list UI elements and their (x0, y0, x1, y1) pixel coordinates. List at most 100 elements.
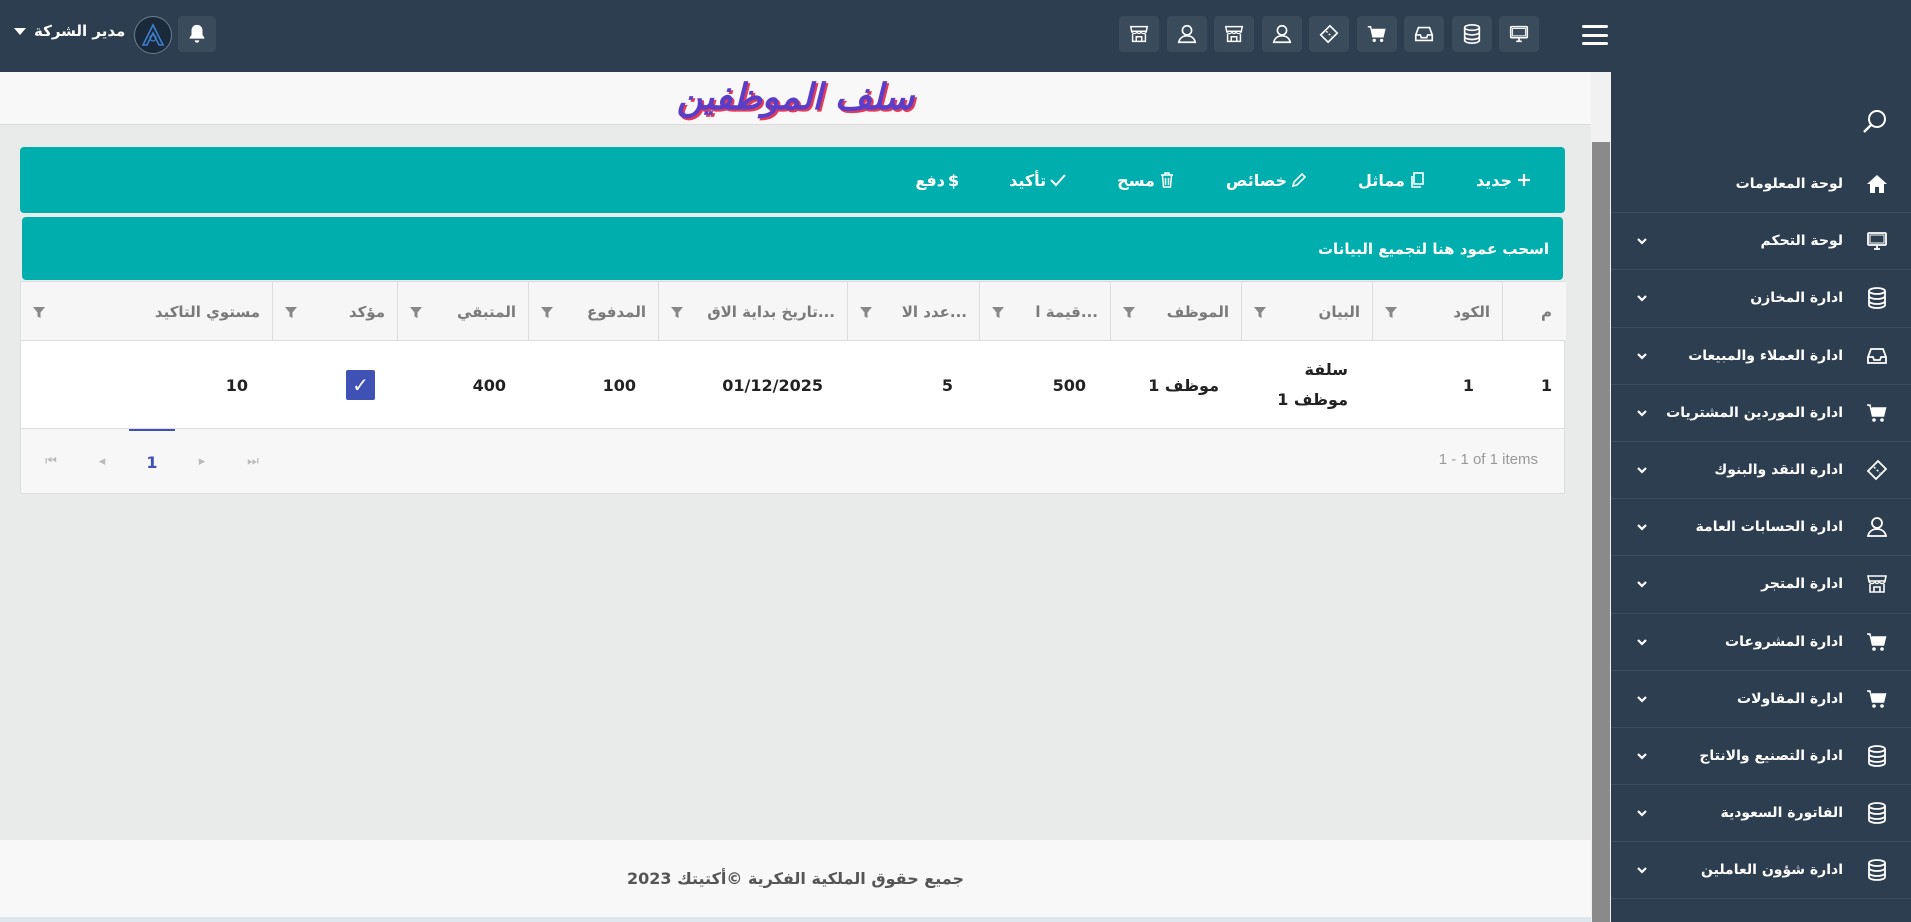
user-name: مدير الشركة (34, 22, 126, 40)
cell-remaining: 400 (472, 375, 506, 395)
ticket-icon[interactable] (1309, 16, 1349, 52)
user-menu[interactable]: مدير الشركة (14, 22, 125, 40)
sidebar-item-projects[interactable]: ادارة المشروعات (1610, 614, 1911, 671)
delete-button[interactable]: مسح (1117, 171, 1176, 190)
inbox-icon[interactable] (1404, 16, 1444, 52)
column-header-index[interactable]: م (1502, 282, 1564, 341)
chevron-down-icon (1636, 409, 1648, 416)
page-title: سلف الموظفين (676, 76, 915, 118)
menu-toggle-icon[interactable] (1582, 22, 1608, 48)
cell-code: 1 (1462, 375, 1474, 395)
sidebar-item-label: لوحة المعلومات (1735, 176, 1843, 193)
pay-button[interactable]: $ دفع (915, 171, 959, 190)
sidebar-item-label: ادارة التصنيع والانتاج (1699, 747, 1843, 764)
sidebar-item-store[interactable]: ادارة المتجر (1610, 556, 1911, 614)
filter-icon[interactable] (539, 304, 555, 320)
caret-down-icon (14, 27, 26, 35)
check-icon (1050, 174, 1066, 187)
notification-bell-icon[interactable] (178, 16, 216, 52)
column-header-confirm-level[interactable]: مستوي التاكيد (21, 282, 272, 341)
column-header-code[interactable]: الكود (1372, 282, 1502, 341)
prev-page-icon[interactable]: ◂ (92, 451, 112, 471)
sidebar-item-warehouses[interactable]: ادارة المخازن (1610, 270, 1911, 328)
filter-icon[interactable] (990, 304, 1006, 320)
chevron-down-icon (1636, 867, 1648, 874)
data-grid: م الكود البيان الموظف قيمة ا... عدد الا.… (20, 281, 1566, 494)
column-header-description[interactable]: البيان (1241, 282, 1372, 341)
group-drop-panel[interactable]: اسحب عمود هنا لتجميع البيانات (22, 217, 1563, 280)
sidebar-item-label: ادارة النقد والبنوك (1714, 462, 1843, 479)
pager: ⏮ ◂ 1 ▸ ⏭ 1 - 1 of 1 items (21, 429, 1564, 493)
search-icon[interactable] (1861, 108, 1889, 136)
sidebar-item-saudi-invoice[interactable]: الفاتورة السعودية (1610, 785, 1911, 843)
user-icon[interactable] (1261, 16, 1302, 52)
cell-description-line: موظف 1 (1277, 390, 1348, 409)
last-page-icon[interactable]: ⏭ (243, 451, 263, 471)
database-icon[interactable] (1451, 16, 1492, 52)
copyright-text: جميع حقوق الملكية الفكرية ©أكتيتك 2023 (626, 869, 965, 888)
column-header-start-date[interactable]: تاريخ بداية الاق... (658, 282, 847, 341)
inbox-icon (1863, 342, 1891, 370)
database-icon (1863, 856, 1891, 884)
cart-icon (1863, 628, 1891, 656)
store-icon[interactable] (1214, 16, 1254, 52)
copy-icon (1411, 172, 1424, 188)
new-button-label: جديد (1475, 170, 1512, 190)
sidebar-item-control-panel[interactable]: لوحة التحكم (1610, 213, 1911, 271)
column-header-paid[interactable]: المدفوع (528, 282, 658, 341)
filter-icon[interactable] (858, 304, 874, 320)
filter-icon[interactable] (283, 304, 299, 320)
cart-icon (1863, 399, 1891, 427)
sidebar-item-manufacturing[interactable]: ادارة التصنيع والانتاج (1610, 728, 1911, 786)
chevron-down-icon (1636, 238, 1648, 245)
filter-icon[interactable] (1121, 304, 1137, 320)
sidebar-item-cash-banks[interactable]: ادارة النقد والبنوك (1610, 442, 1911, 500)
sidebar-item-dashboard[interactable]: لوحة المعلومات (1610, 156, 1911, 214)
pencil-icon (1291, 172, 1307, 188)
duplicate-button-label: مماثل (1358, 170, 1405, 190)
chevron-down-icon (1636, 752, 1648, 760)
confirmed-checkbox[interactable]: ✓ (346, 370, 375, 400)
cell-index: 1 (1540, 375, 1552, 395)
scrollbar-thumb[interactable] (1592, 142, 1610, 922)
page-number-current[interactable]: 1 (129, 429, 175, 493)
filter-icon[interactable] (31, 304, 47, 320)
confirm-button[interactable]: تأكيد (1009, 171, 1067, 190)
filter-icon[interactable] (669, 304, 685, 320)
sidebar-item-label: ادارة شؤون العاملين (1701, 862, 1843, 879)
cell-confirm-level: 10 (225, 375, 248, 395)
column-header-remaining[interactable]: المتبقي (397, 282, 528, 341)
footer: جميع حقوق الملكية الفكرية ©أكتيتك 2023 (0, 840, 1591, 917)
column-header-amount[interactable]: قيمة ا... (979, 282, 1110, 341)
chevron-down-icon (1636, 638, 1648, 645)
table-row[interactable]: 1 1 سلفة موظف 1 موظف 1 500 5 01/12/2025 … (21, 341, 1566, 429)
column-header-confirmed[interactable]: مؤكد (272, 282, 397, 341)
sidebar-item-customers-sales[interactable]: ادارة العملاء والمبيعات (1610, 328, 1911, 385)
avatar[interactable] (134, 16, 172, 54)
cell-confirmed: ✓ (272, 341, 397, 429)
monitor-icon[interactable] (1499, 16, 1539, 52)
store-icon[interactable] (1119, 16, 1159, 52)
first-page-icon[interactable]: ⏮ (41, 451, 61, 471)
filter-icon[interactable] (1252, 304, 1268, 320)
cart-icon[interactable] (1356, 16, 1397, 52)
column-header-employee[interactable]: الموظف (1110, 282, 1241, 341)
sidebar-item-contracting[interactable]: ادارة المقاولات (1610, 671, 1911, 728)
sidebar-item-label: ادارة المشروعات (1725, 633, 1843, 650)
user-icon[interactable] (1166, 16, 1207, 52)
filter-icon[interactable] (408, 304, 424, 320)
duplicate-button[interactable]: مماثل (1358, 171, 1426, 190)
sidebar-item-hr[interactable]: ادارة شؤون العاملين (1610, 842, 1911, 900)
monitor-icon (1863, 227, 1891, 255)
confirm-button-label: تأكيد (1009, 170, 1047, 190)
new-button[interactable]: جديد (1476, 171, 1533, 190)
sidebar-item-general-accounts[interactable]: ادارة الحسابات العامة (1610, 499, 1911, 557)
cell-amount: 500 (1052, 375, 1086, 395)
dollar-icon: $ (947, 170, 960, 190)
properties-button[interactable]: خصائص (1226, 171, 1308, 190)
filter-icon[interactable] (1383, 304, 1399, 320)
sidebar-item-label: الفاتورة السعودية (1720, 805, 1843, 822)
sidebar-item-suppliers-purchases[interactable]: ادارة الموردين المشتريات (1610, 385, 1911, 442)
column-header-installments[interactable]: عدد الا... (847, 282, 979, 341)
next-page-icon[interactable]: ▸ (192, 451, 212, 471)
